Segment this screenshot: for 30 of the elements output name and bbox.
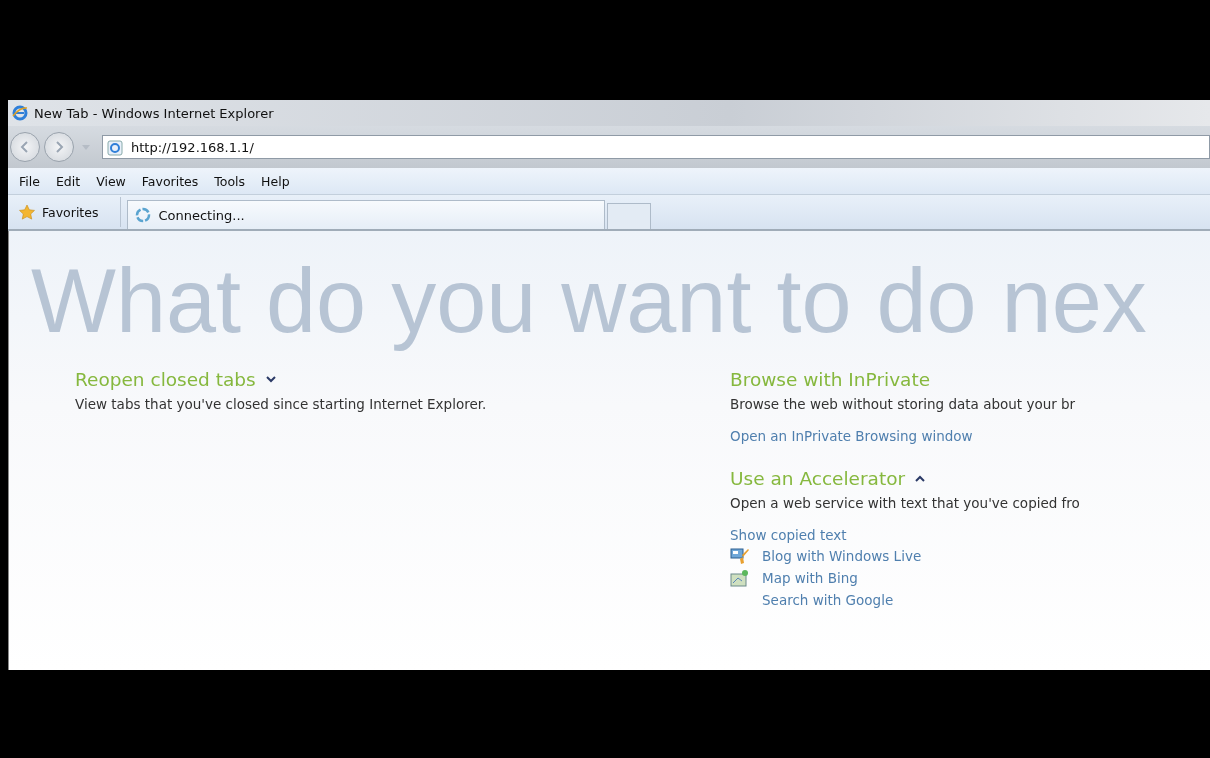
map-icon	[730, 569, 750, 587]
menu-item[interactable]: Edit	[50, 171, 86, 191]
back-button[interactable]	[10, 132, 40, 162]
favorites-button[interactable]: Favorites	[14, 197, 122, 227]
accelerator-link[interactable]: Map with Bing	[762, 570, 858, 586]
forward-button[interactable]	[44, 132, 74, 162]
browser-logo-icon	[12, 105, 28, 121]
address-field[interactable]: http://192.168.1.1/	[102, 135, 1210, 159]
accelerator-link[interactable]: Search with Google	[762, 592, 894, 608]
link[interactable]: Show copied text	[730, 527, 847, 543]
window-title: New Tab - Windows Internet Explorer	[34, 105, 274, 121]
accelerator-link[interactable]: Blog with Windows Live	[762, 548, 922, 564]
section-description: Open a web service with text that you've copied fro	[730, 495, 1080, 511]
section-description: View tabs that you've closed since starting Internet Explorer.	[75, 396, 487, 412]
browser-tab[interactable]: Connecting...	[127, 200, 606, 229]
blog-icon	[730, 547, 750, 565]
link[interactable]: Open an InPrivate Browsing window	[730, 428, 973, 444]
new-tab-button[interactable]	[607, 203, 652, 229]
menu-item[interactable]: Tools	[209, 171, 251, 191]
loading-icon	[134, 206, 153, 224]
star-icon	[18, 204, 36, 220]
dropdown-arrow-icon[interactable]	[82, 144, 90, 150]
chevron-icon[interactable]	[915, 475, 926, 482]
page-heading: What do you want to do nex	[30, 250, 1147, 353]
menu-item[interactable]: View	[91, 171, 131, 191]
menu-item[interactable]: File	[14, 171, 45, 191]
section-description: Browse the web without storing data about your br	[730, 396, 1076, 412]
menu-item[interactable]: Help	[256, 171, 295, 191]
menu-item[interactable]: Favorites	[136, 171, 204, 191]
chevron-icon[interactable]	[265, 376, 276, 383]
